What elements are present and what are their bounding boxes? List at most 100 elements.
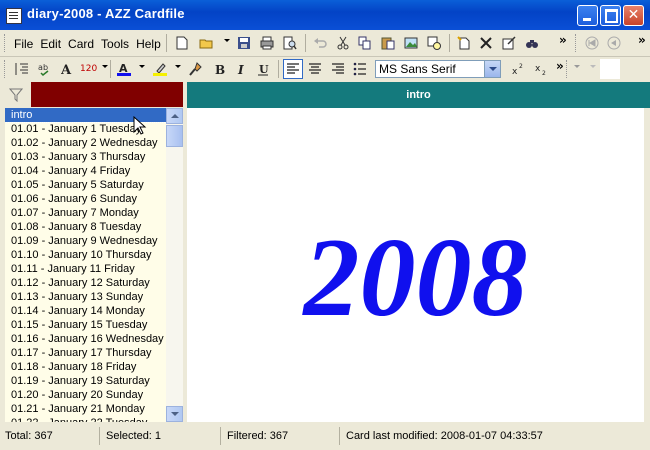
list-item[interactable]: 01.06 - January 6 Sunday: [5, 192, 166, 206]
menu-edit[interactable]: Edit: [40, 37, 61, 51]
list-item[interactable]: 01.09 - January 9 Wednesday: [5, 234, 166, 248]
scroll-down-button[interactable]: [166, 406, 183, 422]
font-name-select[interactable]: MS Sans Serif: [375, 60, 501, 78]
svg-text:A: A: [61, 63, 72, 76]
font-size-value[interactable]: 120: [80, 64, 97, 74]
first-card-button[interactable]: [582, 33, 602, 53]
list-item[interactable]: 01.19 - January 19 Saturday: [5, 374, 166, 388]
maximize-button[interactable]: [600, 5, 621, 26]
font-color-icon: A: [117, 62, 131, 76]
menu-card[interactable]: Card: [68, 37, 94, 51]
card-list[interactable]: intro 01.01 - January 1 Tuesday 01.02 - Ja…: [5, 108, 166, 422]
color-swatch[interactable]: [600, 59, 620, 79]
toolbar-overflow-chevron[interactable]: »: [638, 33, 646, 47]
font-color-dropdown-arrow[interactable]: [139, 65, 145, 68]
insert-picture-button[interactable]: [401, 33, 421, 53]
list-item[interactable]: 01.17 - January 17 Thursday: [5, 346, 166, 360]
scroll-up-button[interactable]: [166, 108, 183, 124]
chevron-down-icon[interactable]: [484, 61, 500, 77]
new-copy-button[interactable]: [454, 33, 474, 53]
align-center-button[interactable]: [305, 59, 325, 79]
paste-button[interactable]: [378, 33, 398, 53]
toolbar-grip[interactable]: [575, 34, 579, 52]
list-item[interactable]: 01.02 - January 2 Wednesday: [5, 136, 166, 150]
superscript-button[interactable]: x2: [508, 59, 528, 79]
card-list-scrollbar[interactable]: [166, 108, 183, 422]
toolbar-separator: [305, 34, 306, 52]
font-button[interactable]: A: [58, 59, 78, 79]
cut-button[interactable]: [333, 33, 353, 53]
minimize-button[interactable]: [577, 5, 598, 26]
toolbar-overflow-chevron[interactable]: »: [559, 33, 567, 47]
window-title: diary-2008 - AZZ Cardfile: [27, 6, 185, 21]
list-item[interactable]: 01.22 - January 22 Tuesday: [5, 416, 166, 422]
list-item[interactable]: 01.11 - January 11 Friday: [5, 262, 166, 276]
filter-button[interactable]: [2, 84, 28, 106]
app-icon[interactable]: [6, 8, 22, 24]
scroll-thumb[interactable]: [166, 125, 183, 147]
close-button[interactable]: ✕: [623, 5, 644, 26]
bold-button[interactable]: B: [209, 59, 229, 79]
underline-button[interactable]: U: [253, 59, 273, 79]
list-item[interactable]: 01.07 - January 7 Monday: [5, 206, 166, 220]
print-preview-button[interactable]: [280, 33, 300, 53]
list-item[interactable]: 01.14 - January 14 Monday: [5, 304, 166, 318]
save-icon: [238, 37, 250, 49]
list-item[interactable]: 01.20 - January 20 Sunday: [5, 388, 166, 402]
filter-input[interactable]: [31, 82, 183, 107]
list-item[interactable]: 01.12 - January 12 Saturday: [5, 276, 166, 290]
spelling-button[interactable]: ab: [35, 59, 55, 79]
open-dropdown-arrow[interactable]: [224, 39, 230, 42]
font-size-dropdown-arrow[interactable]: [102, 65, 108, 68]
align-right-button[interactable]: [328, 59, 348, 79]
find-icon: [526, 40, 538, 48]
size-dropdown-arrow[interactable]: [590, 65, 596, 68]
status-bar: Total: 367 Selected: 1 Filtered: 367 Car…: [0, 425, 650, 447]
format-painter-icon: [189, 62, 202, 76]
list-item[interactable]: 01.05 - January 5 Saturday: [5, 178, 166, 192]
previous-card-button[interactable]: [604, 33, 624, 53]
print-button[interactable]: [257, 33, 277, 53]
open-button[interactable]: [196, 33, 216, 53]
bullets-button[interactable]: [350, 59, 370, 79]
format-painter-button[interactable]: [186, 59, 206, 79]
list-item[interactable]: 01.04 - January 4 Friday: [5, 164, 166, 178]
underline-icon: U: [258, 63, 269, 76]
list-item[interactable]: 01.08 - January 8 Tuesday: [5, 220, 166, 234]
menu-help[interactable]: Help: [136, 37, 161, 51]
find-button[interactable]: [522, 33, 542, 53]
menu-file[interactable]: File: [14, 37, 33, 51]
list-item[interactable]: 01.03 - January 3 Thursday: [5, 150, 166, 164]
highlight-button[interactable]: [150, 59, 170, 79]
toolbar-separator: [110, 60, 111, 78]
toolbar-grip[interactable]: [4, 34, 8, 52]
delete-button[interactable]: [476, 33, 496, 53]
insert-date-button[interactable]: [424, 33, 444, 53]
highlight-dropdown-arrow[interactable]: [175, 65, 181, 68]
copy-button[interactable]: [355, 33, 375, 53]
first-card-icon: [585, 36, 599, 50]
spelling-icon: ab: [38, 63, 49, 76]
subscript-button[interactable]: x2: [531, 59, 551, 79]
list-item[interactable]: 01.21 - January 21 Monday: [5, 402, 166, 416]
align-right-icon: [332, 63, 344, 74]
list-item[interactable]: 01.13 - January 13 Sunday: [5, 290, 166, 304]
list-item[interactable]: 01.10 - January 10 Thursday: [5, 248, 166, 262]
new-card-button[interactable]: [172, 33, 192, 53]
undo-button[interactable]: [310, 33, 330, 53]
list-item[interactable]: 01.15 - January 15 Tuesday: [5, 318, 166, 332]
paragraph-button[interactable]: [12, 59, 32, 79]
style-dropdown-arrow[interactable]: [574, 65, 580, 68]
italic-button[interactable]: I: [231, 59, 251, 79]
menu-tools[interactable]: Tools: [101, 37, 129, 51]
toolbar-grip[interactable]: [566, 60, 570, 78]
list-item[interactable]: 01.16 - January 16 Wednesday: [5, 332, 166, 346]
list-item[interactable]: 01.18 - January 18 Friday: [5, 360, 166, 374]
save-button[interactable]: [234, 33, 254, 53]
align-left-button[interactable]: [283, 59, 303, 79]
font-color-button[interactable]: A: [114, 59, 134, 79]
card-editor[interactable]: 2008: [187, 108, 644, 422]
toolbar-overflow-chevron[interactable]: »: [556, 59, 564, 73]
toolbar-grip[interactable]: [4, 60, 8, 78]
properties-button[interactable]: [499, 33, 519, 53]
